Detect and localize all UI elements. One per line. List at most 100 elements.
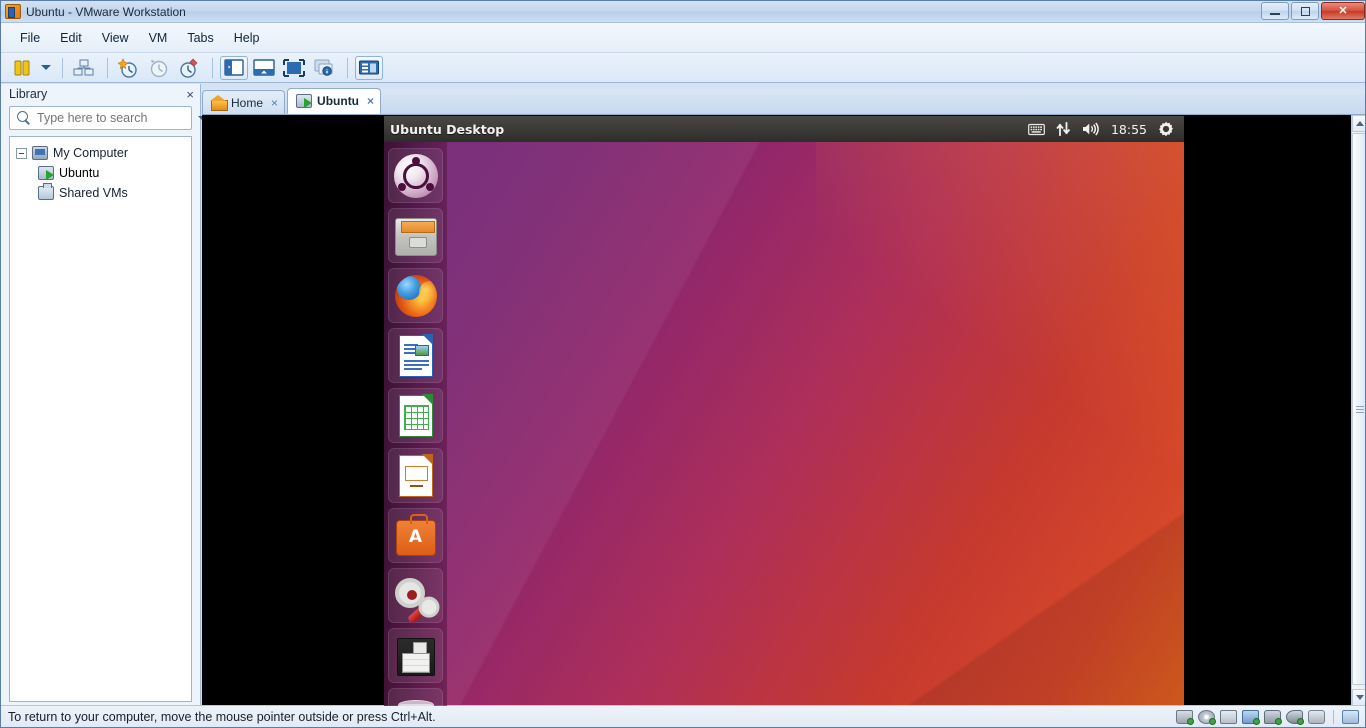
tree-item-label: My Computer bbox=[53, 146, 129, 160]
library-search-box[interactable] bbox=[9, 106, 208, 130]
show-library-button[interactable] bbox=[220, 55, 248, 80]
menu-edit[interactable]: Edit bbox=[50, 27, 92, 49]
firefox-icon bbox=[394, 274, 437, 317]
library-close-icon[interactable]: × bbox=[186, 88, 194, 101]
scroll-down-button[interactable] bbox=[1352, 689, 1365, 706]
vm-vertical-scrollbar[interactable] bbox=[1351, 115, 1365, 706]
network-icon[interactable] bbox=[1056, 122, 1071, 136]
keyboard-layout-icon[interactable] bbox=[1028, 123, 1045, 136]
clock[interactable]: 18:55 bbox=[1111, 122, 1147, 137]
toolbar-separator bbox=[107, 57, 108, 78]
take-snapshot-button[interactable] bbox=[115, 56, 143, 80]
system-menu-gear-icon[interactable] bbox=[1158, 121, 1174, 137]
tab-close-icon[interactable]: × bbox=[271, 96, 278, 110]
menu-bar: File Edit View VM Tabs Help bbox=[1, 23, 1365, 53]
printer-icon[interactable] bbox=[1264, 709, 1282, 725]
launcher-item-firefox[interactable] bbox=[388, 268, 443, 323]
status-bar: To return to your computer, move the mou… bbox=[1, 705, 1365, 727]
library-title: Library bbox=[9, 87, 48, 101]
libreoffice-impress-icon bbox=[398, 454, 433, 497]
close-button[interactable]: ✕ bbox=[1321, 2, 1365, 20]
search-input[interactable] bbox=[37, 111, 198, 125]
tab-bar: Home × Ubuntu × bbox=[202, 88, 1365, 115]
launcher-item-calc[interactable] bbox=[388, 388, 443, 443]
volume-icon[interactable] bbox=[1082, 122, 1100, 136]
launcher-item-writer[interactable] bbox=[388, 328, 443, 383]
minimize-button[interactable] bbox=[1261, 2, 1289, 20]
unity-mode-button[interactable] bbox=[310, 56, 338, 80]
ubuntu-guest-screen[interactable]: Ubuntu Desktop 18:55 A bbox=[384, 116, 1184, 706]
search-icon bbox=[17, 110, 32, 126]
window-controls: ✕ bbox=[1261, 2, 1365, 20]
menu-vm[interactable]: VM bbox=[139, 27, 178, 49]
status-message: To return to your computer, move the mou… bbox=[8, 709, 436, 724]
snapshot-manager-button[interactable] bbox=[175, 56, 203, 80]
ubuntu-dash-icon bbox=[393, 153, 438, 198]
virtual-machine-icon bbox=[38, 166, 54, 180]
library-panel: Library × My Computer Ubuntu Shared VM bbox=[1, 84, 208, 706]
home-icon bbox=[210, 95, 228, 111]
enter-fullscreen-button[interactable] bbox=[280, 56, 308, 80]
network-adapter-icon[interactable] bbox=[1242, 709, 1260, 725]
manage-snapshots-button[interactable] bbox=[70, 56, 98, 80]
launcher-item-trash[interactable] bbox=[388, 688, 443, 706]
launcher-item-files[interactable] bbox=[388, 208, 443, 263]
toolbar-separator bbox=[212, 57, 213, 78]
tree-item-ubuntu[interactable]: Ubuntu bbox=[10, 163, 191, 183]
launcher-item-disks[interactable] bbox=[388, 628, 443, 683]
tab-close-icon[interactable]: × bbox=[367, 94, 374, 108]
restore-button[interactable] bbox=[1291, 2, 1319, 20]
main-toolbar bbox=[1, 53, 1365, 83]
sound-card-icon[interactable] bbox=[1286, 709, 1304, 725]
launcher-item-software[interactable]: A bbox=[388, 508, 443, 563]
floppy-icon[interactable] bbox=[1220, 709, 1237, 724]
cd-dvd-icon[interactable] bbox=[1198, 709, 1216, 725]
libreoffice-calc-icon bbox=[398, 394, 433, 437]
tab-label: Ubuntu bbox=[317, 94, 360, 108]
collapse-icon[interactable] bbox=[16, 147, 27, 159]
computer-icon bbox=[32, 146, 48, 160]
tree-item-label: Shared VMs bbox=[59, 186, 128, 200]
launcher-item-dash[interactable] bbox=[388, 148, 443, 203]
vmware-app-icon bbox=[5, 4, 21, 19]
menu-help[interactable]: Help bbox=[224, 27, 270, 49]
tree-item-shared-vms[interactable]: Shared VMs bbox=[10, 183, 191, 203]
menu-view[interactable]: View bbox=[92, 27, 139, 49]
tab-home[interactable]: Home × bbox=[202, 90, 286, 114]
power-button[interactable] bbox=[9, 56, 37, 80]
trash-icon bbox=[397, 699, 434, 706]
menu-file[interactable]: File bbox=[10, 27, 50, 49]
console-view-button[interactable] bbox=[355, 55, 383, 80]
scroll-thumb[interactable] bbox=[1352, 133, 1365, 685]
libreoffice-writer-icon bbox=[398, 334, 433, 377]
hard-disk-icon[interactable] bbox=[1176, 709, 1194, 725]
launcher-item-settings[interactable] bbox=[388, 568, 443, 624]
files-icon bbox=[394, 218, 437, 256]
launcher-item-impress[interactable] bbox=[388, 448, 443, 503]
tab-label: Home bbox=[231, 95, 264, 110]
vm-console-viewport[interactable]: Ubuntu Desktop 18:55 A bbox=[202, 115, 1351, 706]
shared-vms-icon bbox=[38, 183, 54, 200]
library-tree: My Computer Ubuntu Shared VMs bbox=[9, 136, 192, 702]
unity-launcher: A bbox=[384, 142, 447, 706]
library-header: Library × bbox=[1, 84, 200, 104]
toolbar-separator bbox=[347, 57, 348, 78]
window-title: Ubuntu - VMware Workstation bbox=[26, 4, 186, 19]
status-device-icons bbox=[1176, 709, 1365, 725]
power-dropdown[interactable] bbox=[39, 56, 53, 80]
virtual-machine-icon bbox=[296, 94, 313, 108]
menu-tabs[interactable]: Tabs bbox=[177, 27, 223, 49]
tab-ubuntu[interactable]: Ubuntu × bbox=[287, 88, 382, 114]
display-icon[interactable] bbox=[1342, 709, 1359, 724]
window-titlebar: Ubuntu - VMware Workstation ✕ bbox=[1, 1, 1365, 23]
camera-icon[interactable] bbox=[1308, 709, 1325, 724]
indicator-area: 18:55 bbox=[1028, 121, 1184, 137]
system-settings-icon bbox=[394, 575, 437, 624]
tree-item-my-computer[interactable]: My Computer bbox=[10, 143, 191, 163]
show-thumbnail-bar-button[interactable] bbox=[250, 56, 278, 80]
revert-snapshot-button[interactable] bbox=[145, 56, 173, 80]
scroll-up-button[interactable] bbox=[1352, 115, 1365, 132]
status-separator bbox=[1333, 709, 1334, 724]
vmware-workstation-window: Ubuntu - VMware Workstation ✕ File Edit … bbox=[0, 0, 1366, 728]
disk-usage-icon bbox=[396, 637, 435, 676]
